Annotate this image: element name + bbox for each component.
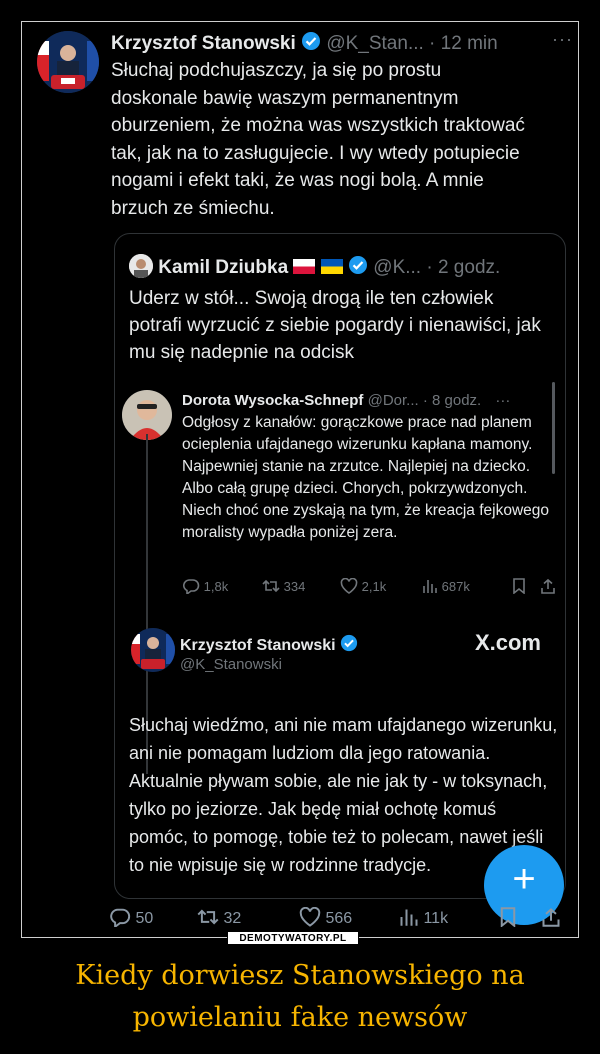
quoted-post-text: Uderz w stół... Swoją drogą ile ten czło… bbox=[129, 288, 541, 363]
x-brand-logo: X.com bbox=[474, 630, 541, 655]
caption-line-2: powielaniu fake newsów bbox=[132, 1002, 468, 1033]
watermark-logo[interactable]: DEMOTYWATORY.PL bbox=[227, 931, 359, 945]
inner-post-text: Odgłosy z kanałów: gorączkowe prace nad … bbox=[182, 414, 550, 541]
reply-button[interactable]: 50 bbox=[109, 907, 153, 929]
like-icon bbox=[299, 906, 321, 927]
main-author-handle-time[interactable]: @K_Stan... · 12 min bbox=[326, 33, 497, 54]
reply-author-name[interactable]: Krzysztof Stanowski bbox=[180, 637, 336, 654]
inner-author-name[interactable]: Dorota Wysocka-Schnepf bbox=[182, 392, 363, 409]
inner-reply-button[interactable]: 1,8k bbox=[182, 578, 228, 596]
reply-icon bbox=[110, 908, 131, 929]
main-author-avatar[interactable] bbox=[37, 31, 99, 93]
views-icon bbox=[423, 580, 437, 593]
inner-post-header: Dorota Wysocka-Schnepf @Dor... · 8 godz.… bbox=[182, 392, 510, 409]
inner-share-icon[interactable] bbox=[540, 578, 556, 597]
main-post-actions: 50 32 566 11k bbox=[109, 906, 569, 932]
inner-bookmark-icon[interactable] bbox=[512, 578, 526, 597]
main-author-name[interactable]: Krzysztof Stanowski bbox=[111, 33, 296, 54]
inner-author-avatar[interactable] bbox=[122, 390, 172, 440]
like-button[interactable]: 566 bbox=[299, 906, 352, 928]
share-icon[interactable] bbox=[541, 907, 561, 932]
repost-button[interactable]: 32 bbox=[197, 907, 241, 928]
reply-post-header: Krzysztof Stanowski bbox=[180, 634, 358, 655]
like-icon bbox=[340, 577, 358, 594]
caption-line-1: Kiedy dorwiesz Stanowskiego na bbox=[75, 960, 525, 991]
quoted-author-name[interactable]: Kamil Dziubka bbox=[158, 257, 288, 278]
quoted-post-header: Kamil Dziubka @K... · 2 godz. bbox=[129, 254, 500, 279]
verified-badge-icon bbox=[349, 256, 367, 274]
demotivator-caption: Kiedy dorwiesz Stanowskiego na powielani… bbox=[0, 955, 600, 1039]
inner-more-options-icon[interactable]: ··· bbox=[495, 392, 510, 409]
inner-like-button[interactable]: 2,1k bbox=[340, 577, 386, 594]
more-options-icon[interactable]: ··· bbox=[552, 29, 573, 50]
inner-author-handle-time[interactable]: @Dor... · 8 godz. bbox=[368, 392, 482, 409]
reply-post-text: Słuchaj wiedźmo, ani nie mam ufajdanego … bbox=[129, 715, 558, 875]
reply-author-handle[interactable]: @K_Stanowski bbox=[180, 656, 282, 673]
repost-icon bbox=[262, 579, 280, 593]
reply-icon bbox=[183, 579, 200, 596]
ukraine-flag-icon bbox=[320, 259, 343, 274]
plus-icon: + bbox=[512, 857, 536, 901]
quoted-author-avatar[interactable] bbox=[129, 254, 153, 278]
inner-views-button[interactable]: 687k bbox=[422, 578, 470, 594]
reply-author-avatar[interactable] bbox=[131, 628, 175, 672]
bookmark-icon[interactable] bbox=[499, 907, 517, 932]
inner-repost-button[interactable]: 334 bbox=[262, 578, 305, 594]
views-button[interactable]: 11k bbox=[399, 907, 448, 928]
main-post-text: Słuchaj podchujaszczy, ja się po prostu … bbox=[111, 60, 525, 219]
repost-icon bbox=[197, 909, 219, 925]
tweet-screenshot: Krzysztof Stanowski @K_Stan... · 12 min … bbox=[23, 23, 577, 936]
verified-badge-icon bbox=[302, 32, 321, 50]
views-icon bbox=[400, 909, 418, 926]
main-post-header: Krzysztof Stanowski @K_Stan... · 12 min bbox=[111, 31, 498, 55]
quoted-post-card[interactable]: Kamil Dziubka @K... · 2 godz. Uderz w st… bbox=[114, 233, 566, 899]
verified-badge-icon bbox=[340, 634, 358, 652]
quoted-author-handle-time[interactable]: @K... · 2 godz. bbox=[373, 257, 500, 278]
poland-flag-icon bbox=[293, 259, 316, 274]
